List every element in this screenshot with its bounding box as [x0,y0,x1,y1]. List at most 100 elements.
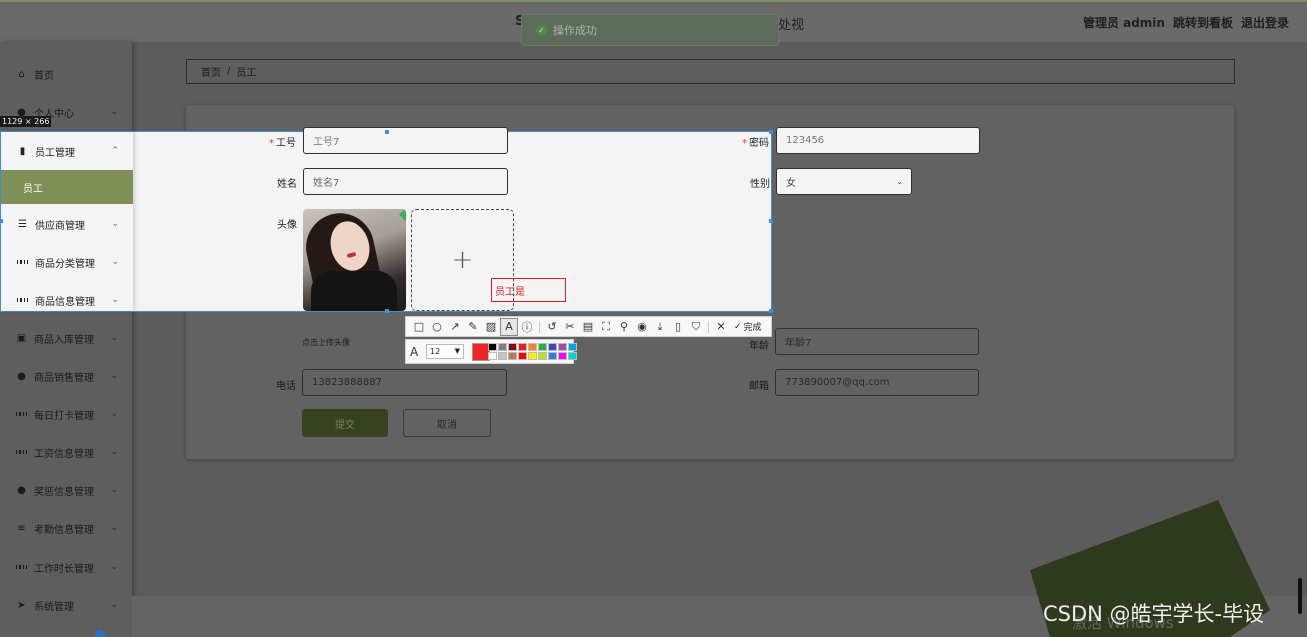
chevron-down-icon: ⌄ [110,523,118,533]
color-swatch[interactable] [508,352,517,360]
font-size-select[interactable]: 12 ▼ [426,344,464,359]
color-swatch[interactable] [488,343,497,351]
color-swatch[interactable] [548,352,557,360]
resize-handle-right[interactable] [769,219,773,223]
color-swatch[interactable] [538,343,547,351]
age-input[interactable]: 年龄7 [775,328,979,355]
color-swatch[interactable] [558,343,567,351]
color-swatch[interactable] [528,343,537,351]
sidebar-item-checkin[interactable]: 每日打卡管理 ⌄ [0,395,132,433]
long-screenshot-icon[interactable]: ▯ [669,318,687,336]
resize-handle-left[interactable] [0,219,3,223]
color-swatch[interactable] [528,352,537,360]
rectangle-tool-icon[interactable]: □ [410,318,428,336]
chevron-up-icon: ⌃ [111,146,119,156]
mosaic-tool-icon[interactable]: ▨ [482,318,500,336]
header-actions: 管理员 admin 跳转到看板 退出登录 [1083,14,1289,31]
avatar-label: 头像 [277,220,297,231]
color-swatch[interactable] [488,352,497,360]
capture-size-label: 1129 × 266 [0,116,52,127]
sidebar-item-stock-in[interactable]: ▣ 商品入库管理 ⌄ [0,319,132,357]
ocr-icon[interactable]: ▤ [579,318,597,336]
password-input[interactable]: 123456 [776,127,980,154]
logout-link[interactable]: 退出登录 [1241,14,1289,31]
gender-select[interactable]: 女 ⌄ [776,168,912,195]
color-swatch[interactable] [548,343,557,351]
sidebar-item-system[interactable]: ➤ 系统管理 ⌄ [0,586,132,624]
bookmark-icon[interactable]: ⛉ [687,318,705,336]
email-input[interactable]: 773890007@qq.com [775,369,979,396]
breadcrumb-current: 员工 [236,68,257,79]
sidebar-item-sales[interactable]: ● 商品销售管理 ⌄ [0,357,132,395]
text-tool-icon[interactable]: A [500,317,518,336]
cancel-button[interactable]: 取消 [403,409,491,437]
chevron-down-icon: ⌄ [110,600,118,610]
password-label: * 密码 [742,138,769,149]
sidebar-item-supplier[interactable]: ☰ 供应商管理 ⌄ [1,205,133,243]
done-button[interactable]: ✓ 完成 [734,320,762,334]
breadcrumb-separator: / [227,66,231,77]
pen-tool-icon[interactable]: ✎ [464,318,482,336]
arrow-tool-icon[interactable]: ↗ [446,318,464,336]
color-swatch[interactable] [498,352,507,360]
sidebar-item-work-hours[interactable]: 工作时长管理 ⌄ [0,548,132,586]
font-icon: A [410,345,419,359]
plus-icon: + [451,245,474,275]
color-swatch[interactable] [568,343,577,351]
color-swatch[interactable] [538,352,547,360]
sidebar-item-rewards[interactable]: ● 奖惩信息管理 ⌄ [0,471,132,509]
toolbar-divider [708,320,709,333]
capture-selection[interactable]: ▮ 员工管理 ⌃ 员工 ☰ 供应商管理 ⌄ 商品分类管理 ⌄ 商品信息管理 ⌄ … [0,127,980,313]
done-label: 完成 [743,323,762,333]
user-icon: ● [17,370,26,382]
color-palette [488,343,577,360]
crop-icon[interactable]: ⛶ [597,318,615,336]
gender-label: 性别 [750,179,770,190]
sidebar-item-label: 首页 [34,70,54,82]
color-swatch[interactable] [508,343,517,351]
close-icon[interactable]: ✕ [712,318,730,336]
sidebar-item-employee-mgmt[interactable]: ▮ 员工管理 ⌃ [1,132,133,170]
user-icon: ● [17,484,26,496]
scissors-icon[interactable]: ✂ [561,318,579,336]
resize-handle-bottom-right[interactable] [769,309,773,313]
csdn-watermark: CSDN @皓宇学长-毕设 [1043,602,1265,626]
chevron-down-icon: ⌄ [110,409,118,419]
ellipse-tool-icon[interactable]: ○ [428,318,446,336]
name-input[interactable]: 姓名7 [303,168,508,195]
sidebar-item-salary[interactable]: 工资信息管理 ⌄ [0,433,132,471]
color-swatch[interactable] [568,352,577,360]
caret-down-icon: ▼ [454,347,460,355]
text-annotation-box[interactable]: 员工是 [491,278,566,302]
employee-no-input[interactable]: 工号7 [303,127,508,154]
breadcrumb-home[interactable]: 首页 [201,64,221,79]
submit-button[interactable]: 提交 [302,409,388,437]
download-icon[interactable]: ⤓ [651,318,669,336]
upload-hint: 点击上传头像 [302,338,350,347]
record-icon[interactable]: ◉ [633,318,651,336]
chevron-down-icon: ⌄ [110,107,118,117]
sidebar-item-label: 商品分类管理 [35,258,95,270]
sidebar-item-attendance[interactable]: ≡ 考勤信息管理 ⌄ [0,509,132,547]
resize-handle-bottom[interactable] [385,309,389,313]
goto-dashboard-link[interactable]: 跳转到看板 [1173,14,1233,31]
capture-sidebar: ▮ 员工管理 ⌃ 员工 ☰ 供应商管理 ⌄ 商品分类管理 ⌄ 商品信息管理 ⌄ [1,132,133,311]
sidebar-item-employee[interactable]: 员工 [1,170,133,204]
toolbar-divider [539,320,540,333]
chevron-down-icon: ⌄ [110,333,118,343]
pin-icon[interactable]: ⚲ [615,318,633,336]
sidebar-item-category[interactable]: 商品分类管理 ⌄ [1,243,133,281]
color-swatch[interactable] [558,352,567,360]
sidebar-item-home[interactable]: ⌂ 首页 [0,55,132,93]
color-swatch[interactable] [498,343,507,351]
scrollbar[interactable] [1298,578,1302,614]
undo-icon[interactable]: ↺ [543,318,561,336]
color-swatch[interactable] [518,343,527,351]
sidebar-item-label: 每日打卡管理 [34,410,94,422]
resize-handle-top-right[interactable] [769,130,773,134]
sidebar-item-product[interactable]: 商品信息管理 ⌄ [1,281,133,319]
number-tool-icon[interactable]: ⓘ [518,318,536,336]
color-swatch[interactable] [518,352,527,360]
phone-input[interactable]: 13823888887 [302,369,507,396]
resize-handle-top[interactable] [385,130,389,134]
